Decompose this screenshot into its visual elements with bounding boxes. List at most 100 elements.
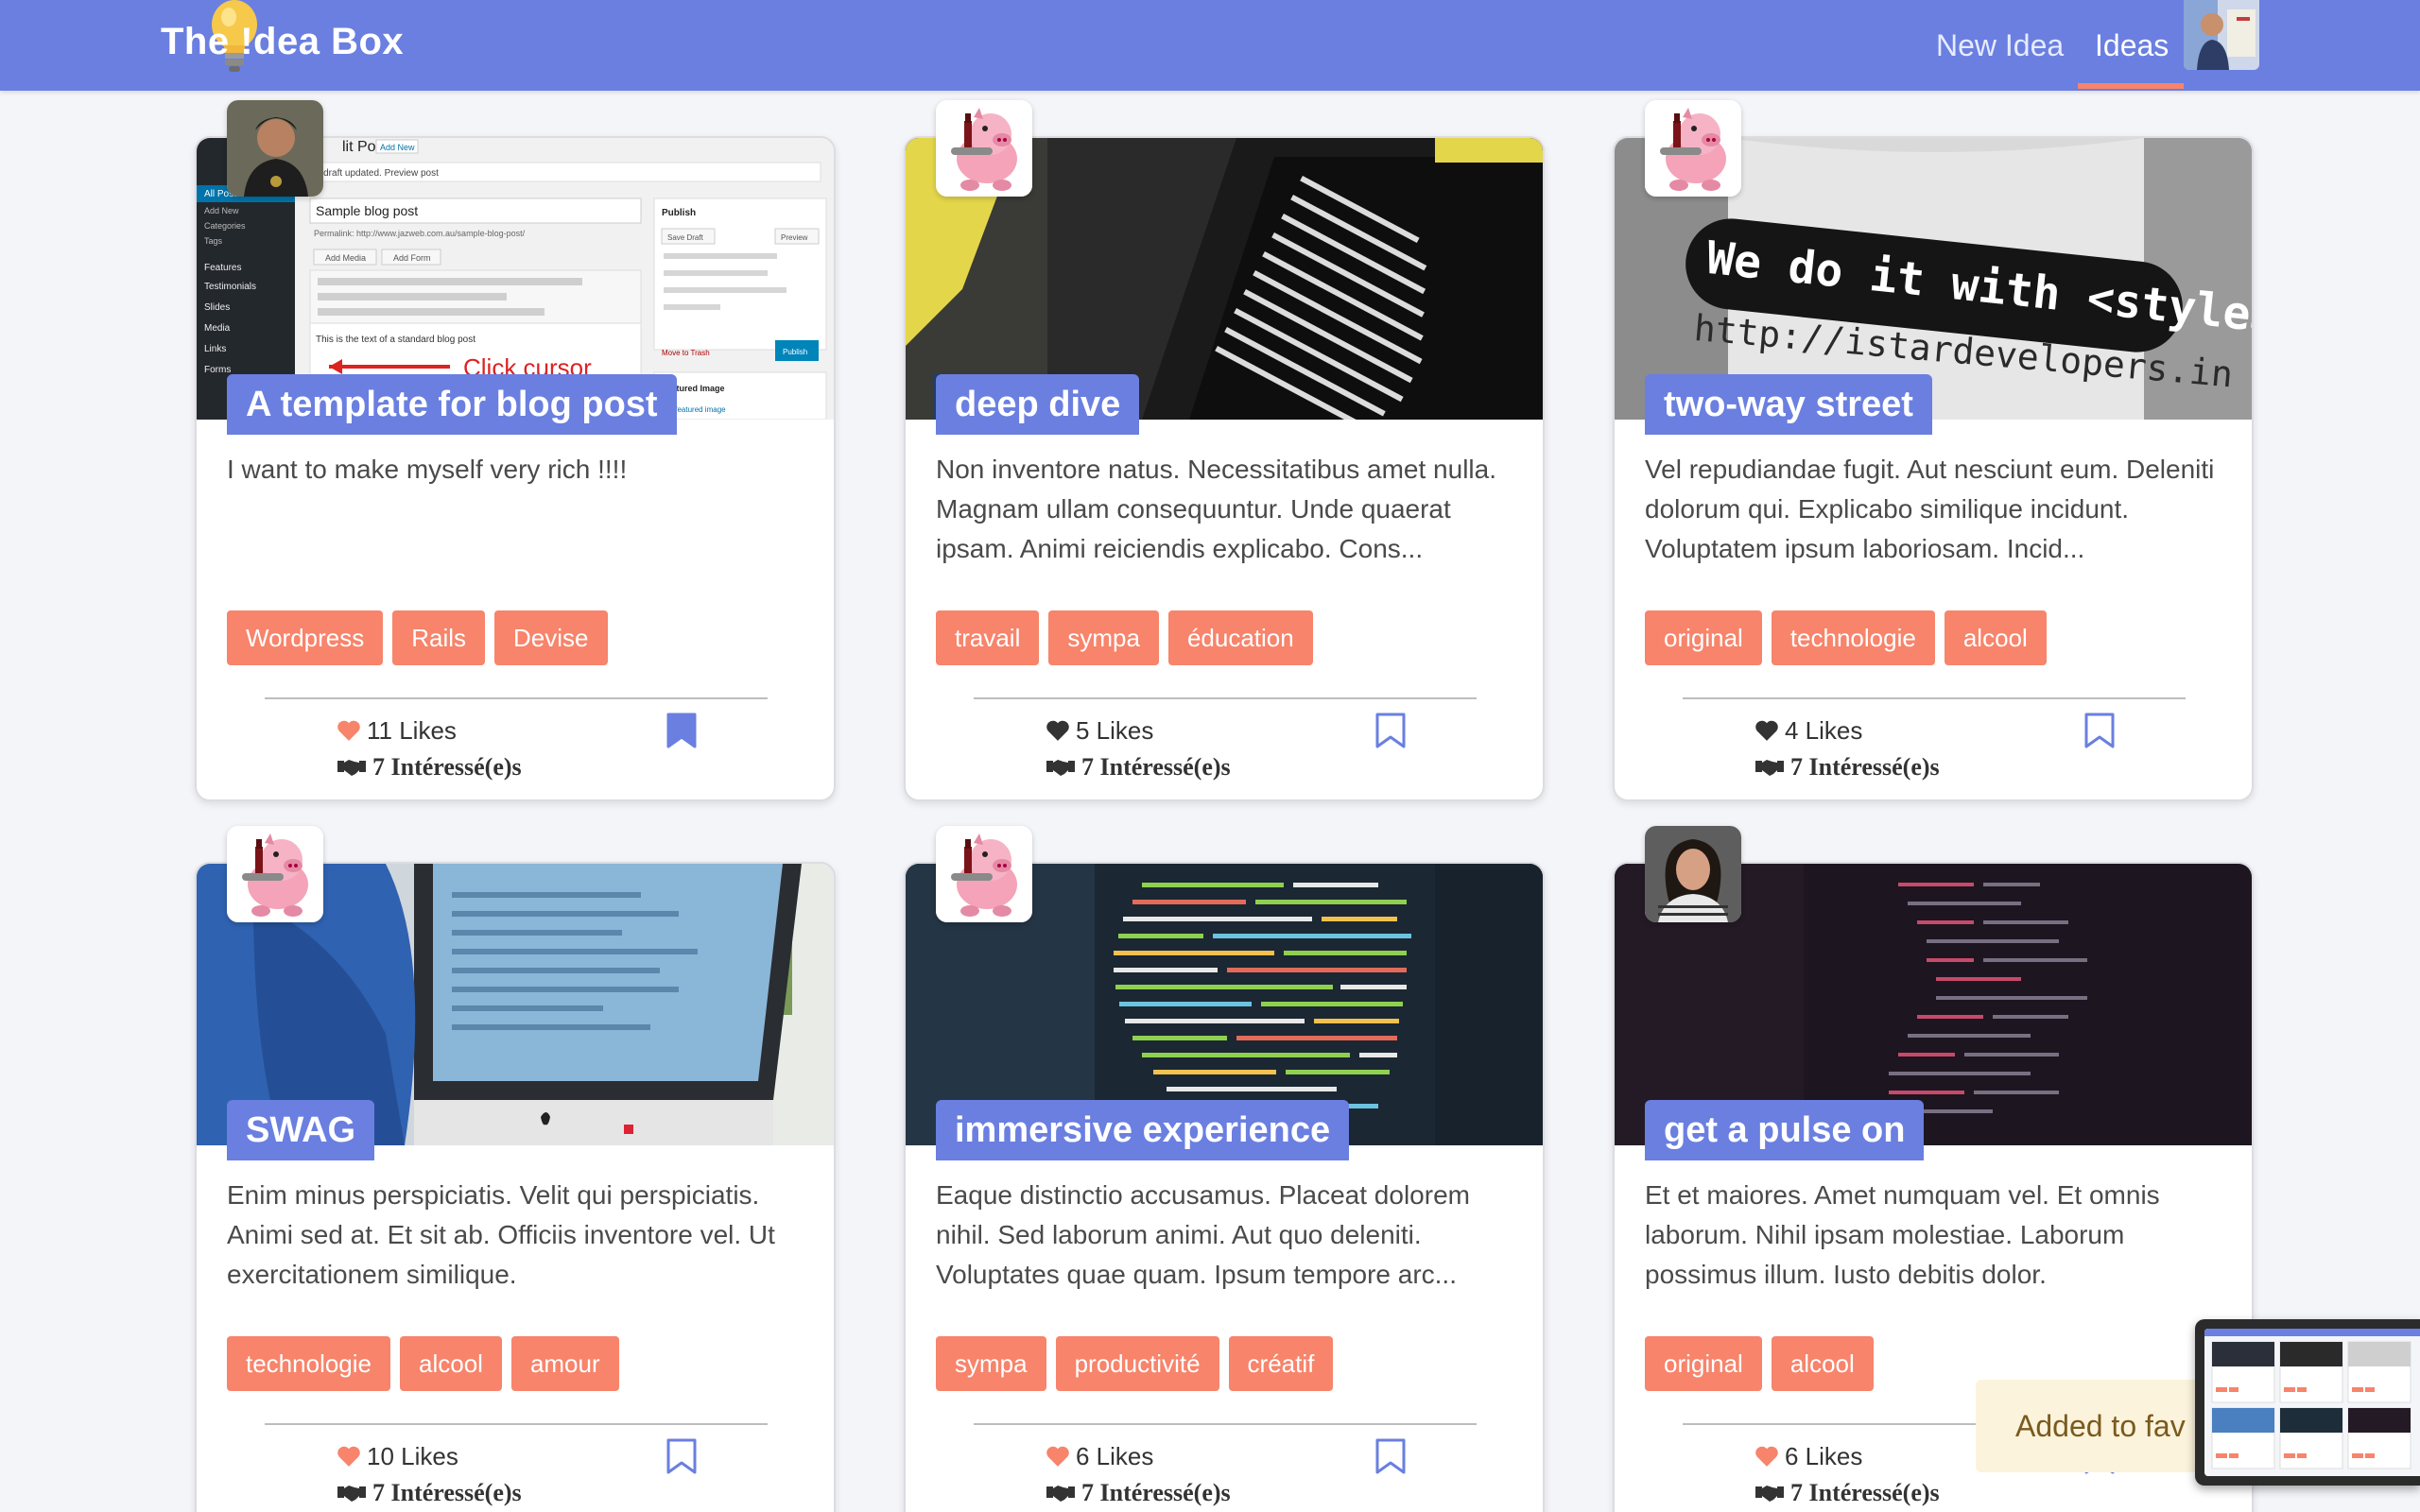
brand-name: The !dea Box: [161, 20, 405, 62]
tag[interactable]: alcool: [1771, 1336, 1874, 1391]
wp-menu-item: Tags: [204, 236, 223, 246]
idea-title[interactable]: get a pulse on: [1645, 1100, 1925, 1160]
tag[interactable]: créatif: [1228, 1336, 1334, 1391]
tag-list: sympa productivité créatif: [936, 1336, 1334, 1391]
interested-label: 7 Intéressé(e)s: [372, 753, 522, 781]
like-count: 6 Likes: [1785, 1441, 1863, 1470]
interested-count[interactable]: 7 Intéressé(e)s: [337, 748, 522, 786]
like-button[interactable]: 6 Likes: [1046, 1436, 1153, 1476]
handshake-icon: [1046, 1486, 1075, 1502]
brand-logo[interactable]: The !dea Box: [161, 8, 404, 76]
interested-label: 7 Intéressé(e)s: [372, 1479, 522, 1506]
tag[interactable]: original: [1645, 1336, 1762, 1391]
tag[interactable]: productivité: [1055, 1336, 1219, 1391]
screenshot-thumbnail[interactable]: [2195, 1319, 2420, 1486]
wp-publish-button: Publish: [783, 348, 807, 356]
toast-notification: Added to fav: [1976, 1380, 2203, 1472]
user-avatar[interactable]: [2184, 0, 2259, 70]
tag-list: technologie alcool amour: [227, 1336, 619, 1391]
tag-list: travail sympa éducation: [936, 610, 1313, 665]
bookmark-icon[interactable]: [666, 713, 698, 748]
wp-body-text: This is the text of a standard blog post: [316, 335, 475, 345]
owner-avatar[interactable]: [227, 826, 323, 922]
wp-menu-item: Testimonials: [204, 282, 256, 292]
thumbnail-preview: [2204, 1329, 2420, 1476]
interested-count[interactable]: 7 Intéressé(e)s: [1754, 748, 1940, 786]
wp-permalink: Permalink: http://www.jazweb.com.au/samp…: [314, 229, 526, 238]
tag[interactable]: technologie: [227, 1336, 390, 1391]
like-button[interactable]: 4 Likes: [1754, 711, 1862, 750]
bookmark-icon[interactable]: [2083, 713, 2116, 748]
tag[interactable]: éducation: [1167, 610, 1313, 665]
idea-title[interactable]: A template for blog post: [227, 374, 677, 435]
interested-count[interactable]: 7 Intéressé(e)s: [337, 1474, 522, 1512]
like-button[interactable]: 6 Likes: [1754, 1436, 1862, 1476]
nav-new-idea[interactable]: New Idea: [1936, 0, 2064, 91]
like-count: 5 Likes: [1076, 715, 1154, 745]
like-button[interactable]: 11 Likes: [337, 711, 457, 750]
tag[interactable]: amour: [510, 1336, 619, 1391]
interested-count[interactable]: 7 Intéressé(e)s: [1754, 1474, 1940, 1512]
owner-avatar[interactable]: [1645, 100, 1741, 197]
wp-add-new: Add New: [380, 143, 415, 152]
handshake-icon: [337, 1486, 366, 1502]
owner-avatar[interactable]: [936, 826, 1032, 922]
tag[interactable]: alcool: [400, 1336, 502, 1391]
tag[interactable]: travail: [936, 610, 1040, 665]
wp-add-media: Add Media: [325, 253, 366, 263]
idea-description: Enim minus perspiciatis. Velit qui persp…: [227, 1180, 775, 1289]
idea-title[interactable]: deep dive: [936, 374, 1140, 435]
heart-icon: [1046, 1446, 1069, 1467]
wp-draft-notice: ost draft updated. Preview post: [308, 168, 439, 179]
owner-avatar[interactable]: [1645, 826, 1741, 922]
bookmark-icon[interactable]: [1374, 713, 1407, 748]
tag[interactable]: sympa: [936, 1336, 1046, 1391]
like-button[interactable]: 10 Likes: [337, 1436, 458, 1476]
interested-count[interactable]: 7 Intéressé(e)s: [1046, 748, 1231, 786]
like-count: 4 Likes: [1785, 715, 1863, 745]
interested-count[interactable]: 7 Intéressé(e)s: [1046, 1474, 1231, 1512]
wp-menu-item: Links: [204, 344, 226, 354]
divider: [265, 697, 768, 699]
tag[interactable]: sympa: [1048, 610, 1159, 665]
owner-avatar[interactable]: [936, 100, 1032, 197]
idea-description: Non inventore natus. Necessitatibus amet…: [936, 455, 1496, 563]
nav-ideas[interactable]: Ideas: [2095, 0, 2169, 91]
tag[interactable]: technologie: [1771, 610, 1935, 665]
wp-menu-item: Forms: [204, 365, 231, 375]
wp-preview: Preview: [781, 233, 808, 242]
handshake-icon: [1755, 1486, 1784, 1502]
heart-icon: [337, 1446, 360, 1467]
idea-card[interactable]: We do it with <style> http://istardevelo…: [1613, 100, 2254, 801]
handshake-icon: [1755, 760, 1784, 776]
tag[interactable]: Rails: [392, 610, 486, 665]
divider: [265, 1423, 768, 1425]
idea-title[interactable]: immersive experience: [936, 1100, 1350, 1160]
idea-title[interactable]: SWAG: [227, 1100, 375, 1160]
heart-icon: [337, 720, 360, 741]
idea-title[interactable]: two-way street: [1645, 374, 1932, 435]
divider: [974, 697, 1477, 699]
like-button[interactable]: 5 Likes: [1046, 711, 1153, 750]
idea-card[interactable]: deep dive Non inventore natus. Necessita…: [904, 100, 1545, 801]
toast-message: Added to fav: [2015, 1408, 2186, 1443]
idea-card[interactable]: All Posts Add New Categories Tags Featur…: [195, 100, 836, 801]
wp-add-form: Add Form: [393, 253, 431, 263]
bookmark-icon[interactable]: [1374, 1438, 1407, 1474]
idea-card[interactable]: SWAG Enim minus perspiciatis. Velit qui …: [195, 826, 836, 1512]
handshake-icon: [337, 760, 366, 776]
wp-menu-item: Features: [204, 263, 241, 273]
owner-avatar[interactable]: [227, 100, 323, 197]
tag-list: original technologie alcool: [1645, 610, 2047, 665]
tag[interactable]: original: [1645, 610, 1762, 665]
like-count: 10 Likes: [367, 1441, 458, 1470]
like-count: 6 Likes: [1076, 1441, 1154, 1470]
idea-description: I want to make myself very rich !!!!: [227, 455, 628, 484]
divider: [1683, 697, 2186, 699]
tag[interactable]: Devise: [494, 610, 608, 665]
idea-card[interactable]: immersive experience Eaque distinctio ac…: [904, 826, 1545, 1512]
tag[interactable]: Wordpress: [227, 610, 384, 665]
bookmark-icon[interactable]: [666, 1438, 698, 1474]
active-nav-indicator: [2078, 83, 2184, 89]
tag[interactable]: alcool: [1944, 610, 2047, 665]
